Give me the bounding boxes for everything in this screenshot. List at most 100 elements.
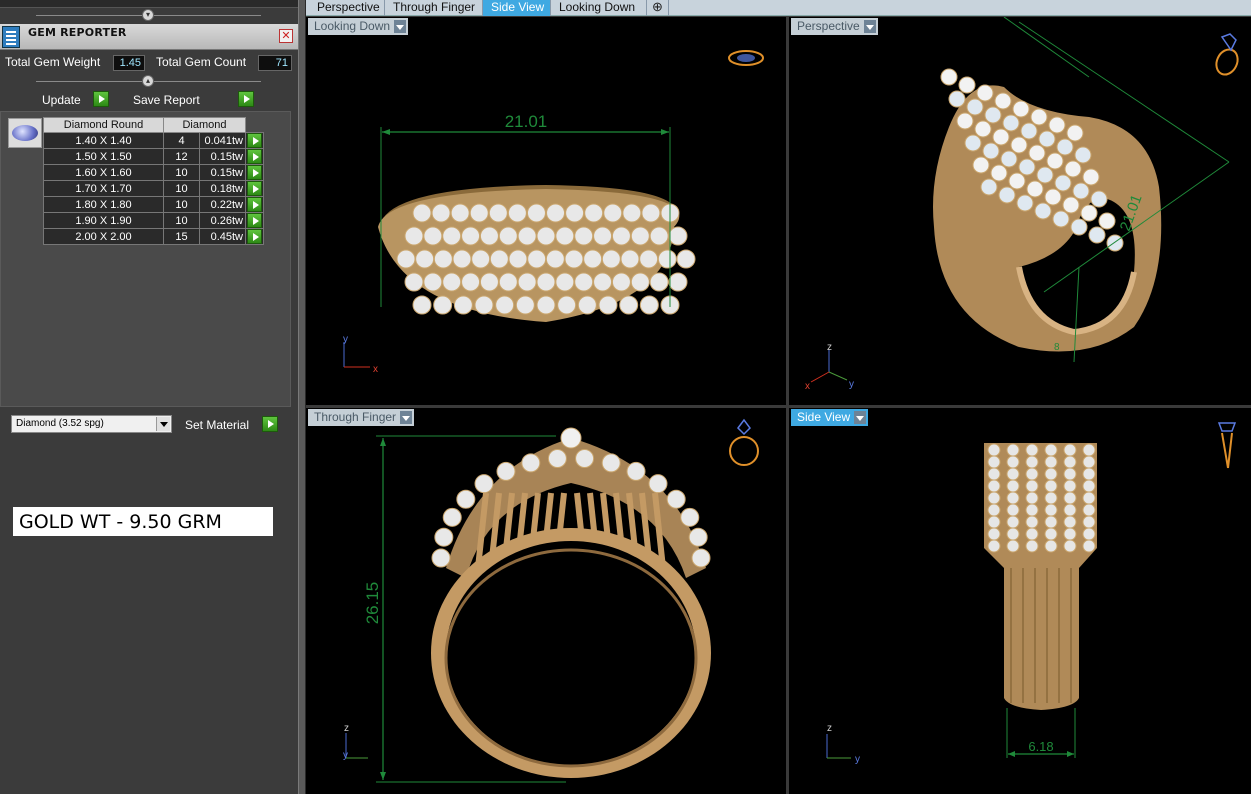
axis-y-label: y	[343, 750, 348, 761]
ring-top-icon[interactable]	[728, 50, 764, 66]
axis-y-label: y	[855, 754, 860, 765]
save-report-go-icon[interactable]	[238, 91, 254, 107]
gem-row-action[interactable]	[245, 164, 264, 181]
panel-title: GEM REPORTER	[28, 26, 127, 39]
chevron-down-icon[interactable]	[854, 411, 867, 424]
play-icon[interactable]	[247, 149, 262, 164]
viewport-looking-down[interactable]: 21.01 y x Looking Down	[306, 17, 786, 405]
close-icon[interactable]: ✕	[279, 29, 293, 43]
axis-y-label: y	[343, 334, 348, 345]
viewport-title: Perspective	[797, 19, 860, 33]
viewport-through-finger[interactable]: 26.15 z y Through Finger	[306, 408, 786, 794]
viewport-title: Side View	[797, 410, 851, 424]
gem-row-action[interactable]	[245, 212, 264, 229]
gem-count-cell: 10	[163, 196, 200, 213]
gem-weight-cell: 0.15tw	[199, 164, 246, 181]
gem-size-cell: 1.70 X 1.70	[43, 180, 164, 197]
gem-size-cell: 1.90 X 1.90	[43, 212, 164, 229]
gem-weight-cell: 0.45tw	[199, 228, 246, 245]
save-report-label: Save Report	[133, 93, 200, 107]
table-row[interactable]: 1.80 X 1.80 10 0.22tw	[43, 196, 264, 213]
chevron-down-icon[interactable]	[156, 417, 170, 431]
axis-x-label: x	[373, 364, 378, 375]
view-tab-bar: Perspective Through Finger Side View Loo…	[306, 0, 1251, 16]
gem-row-action[interactable]	[245, 196, 264, 213]
gem-row-action[interactable]	[245, 132, 264, 149]
chevron-down-icon[interactable]	[400, 411, 413, 424]
ring-side-view	[984, 443, 1097, 710]
update-label: Update	[42, 93, 81, 107]
totals-row: Total Gem Weight 1.45 Total Gem Count 71	[0, 53, 298, 73]
set-material-button[interactable]: Set Material	[183, 416, 278, 434]
gem-size-cell: 2.00 X 2.00	[43, 228, 164, 245]
total-weight-value: 1.45	[113, 55, 145, 71]
table-row[interactable]: 1.50 X 1.50 12 0.15tw	[43, 148, 264, 165]
total-weight-label: Total Gem Weight	[5, 55, 101, 69]
gem-size-cell: 1.40 X 1.40	[43, 132, 164, 149]
table-row[interactable]: 1.40 X 1.40 4 0.041tw	[43, 132, 264, 149]
table-row[interactable]: 1.70 X 1.70 10 0.18tw	[43, 180, 264, 197]
gem-shape-header: Diamond Round	[43, 117, 164, 133]
side-view-render: 6.18 z y	[826, 422, 1237, 765]
side-dimension-label: 6.18	[1028, 739, 1053, 754]
tab-looking-down[interactable]: Looking Down	[551, 0, 647, 16]
play-icon[interactable]	[247, 229, 262, 244]
section-splitter-handle[interactable]: ▴	[142, 75, 154, 87]
play-icon[interactable]	[247, 213, 262, 228]
panel-splitter-handle[interactable]: ▾	[142, 9, 154, 21]
gem-row-action[interactable]	[245, 228, 264, 245]
ring-top-view	[378, 185, 696, 322]
viewport-side-view[interactable]: 6.18 z y Side View	[789, 408, 1251, 794]
axis-gizmo: z y	[343, 723, 368, 761]
tab-through-finger[interactable]: Through Finger	[385, 0, 483, 16]
viewport-label-perspective[interactable]: Perspective	[791, 18, 878, 35]
table-row[interactable]: 1.90 X 1.90 10 0.26tw	[43, 212, 264, 229]
chevron-down-icon[interactable]	[394, 20, 407, 33]
perspective-render: 21.01 8 z x y	[805, 17, 1241, 392]
gem-reporter-panel: ▾ GEM REPORTER ✕ Total Gem Weight 1.45 T…	[0, 0, 298, 794]
viewport-label-looking-down[interactable]: Looking Down	[308, 18, 409, 35]
width-dimension-label: 21.01	[505, 112, 548, 131]
panel-divider[interactable]	[298, 0, 306, 794]
ring-front-view	[431, 427, 711, 778]
gem-size-cell: 1.50 X 1.50	[43, 148, 164, 165]
gem-size-cell: 1.80 X 1.80	[43, 196, 164, 213]
update-button[interactable]: Update	[40, 91, 110, 109]
ring-front-icon[interactable]	[729, 418, 759, 466]
tab-side-view[interactable]: Side View	[483, 0, 551, 16]
viewport-title: Looking Down	[314, 19, 391, 33]
add-tab-icon[interactable]: ⊕	[647, 0, 669, 16]
viewport-perspective[interactable]: 21.01 8 z x y Perspective	[789, 17, 1251, 405]
chevron-down-icon[interactable]	[863, 20, 876, 33]
play-icon[interactable]	[247, 133, 262, 148]
table-row[interactable]: 1.60 X 1.60 10 0.15tw	[43, 164, 264, 181]
material-select-value: Diamond (3.52 spg)	[16, 418, 104, 429]
total-count-label: Total Gem Count	[156, 55, 247, 69]
total-count-value: 71	[258, 55, 292, 71]
height-dimension-label: 26.15	[363, 582, 382, 625]
gem-count-cell: 10	[163, 212, 200, 229]
viewport-label-through-finger[interactable]: Through Finger	[308, 409, 415, 426]
material-select[interactable]: Diamond (3.52 spg)	[11, 415, 172, 433]
gem-row-action[interactable]	[245, 148, 264, 165]
ring-side-icon[interactable]	[1217, 422, 1237, 469]
update-go-icon[interactable]	[93, 91, 109, 107]
ring-perspective-icon[interactable]	[1212, 33, 1241, 78]
play-icon[interactable]	[247, 181, 262, 196]
tab-perspective[interactable]: Perspective	[309, 0, 385, 16]
gem-row-action[interactable]	[245, 180, 264, 197]
gem-count-cell: 15	[163, 228, 200, 245]
table-row[interactable]: 2.00 X 2.00 15 0.45tw	[43, 228, 264, 245]
save-report-button[interactable]: Save Report	[131, 91, 256, 109]
viewport-label-side-view[interactable]: Side View	[791, 409, 869, 426]
gem-material-header: Diamond	[163, 117, 246, 133]
gem-count-cell: 10	[163, 164, 200, 181]
gem-count-cell: 12	[163, 148, 200, 165]
play-icon[interactable]	[247, 165, 262, 180]
set-material-go-icon[interactable]	[262, 416, 278, 432]
gem-size-cell: 1.60 X 1.60	[43, 164, 164, 181]
report-icon	[2, 26, 20, 48]
gem-weight-cell: 0.22tw	[199, 196, 246, 213]
gem-count-cell: 10	[163, 180, 200, 197]
play-icon[interactable]	[247, 197, 262, 212]
